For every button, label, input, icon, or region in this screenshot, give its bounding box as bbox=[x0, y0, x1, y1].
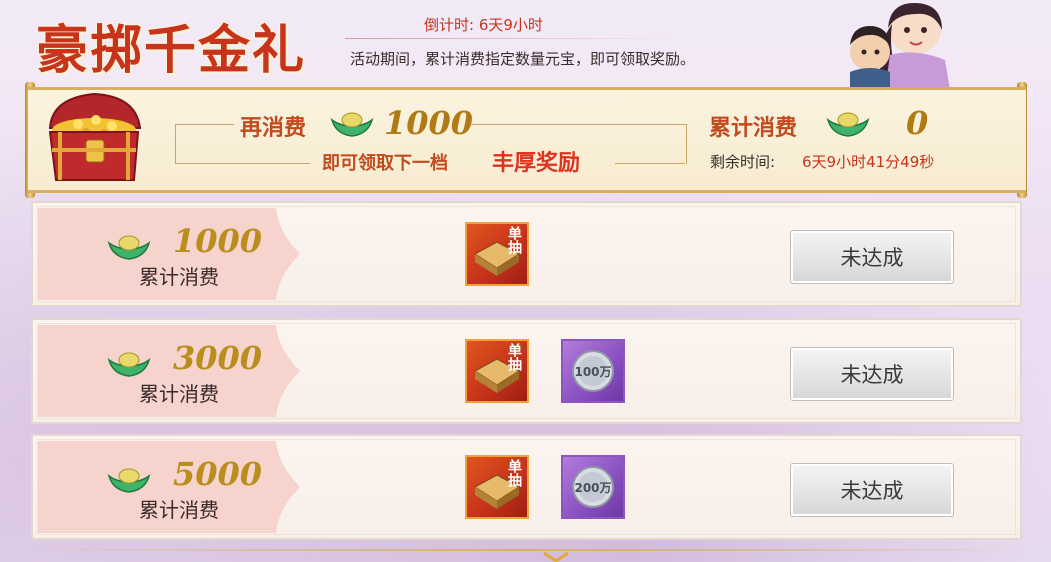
single-draw-icon[interactable]: 单抽 bbox=[465, 339, 529, 403]
tier-label: 累计消费 bbox=[139, 498, 219, 522]
bracket-line-right bbox=[615, 163, 685, 164]
event-title: 豪掷千金礼 bbox=[36, 20, 307, 81]
single-draw-icon[interactable]: 单抽 bbox=[465, 455, 529, 519]
yuanbao-ingot-icon bbox=[107, 468, 151, 493]
tier-threshold: 1000 bbox=[173, 222, 263, 260]
yuanbao-ingot-icon bbox=[330, 112, 374, 137]
reward-text: 100万 bbox=[574, 365, 612, 379]
spend-more-value: 1000 bbox=[384, 104, 474, 142]
silver-coin-icon[interactable]: 100万 bbox=[561, 339, 625, 403]
tier-row-1000: 1000 累计消费 单抽 未达成 bbox=[31, 201, 1022, 307]
tier-row-5000: 5000 累计消费 单抽 200万 未达成 bbox=[31, 434, 1022, 540]
single-draw-icon[interactable]: 单抽 bbox=[465, 222, 529, 286]
treasure-chest-icon bbox=[48, 92, 142, 181]
bracket-line-left bbox=[175, 163, 310, 164]
reward-text: 单抽 bbox=[506, 343, 522, 371]
header-divider bbox=[345, 38, 675, 39]
yuanbao-ingot-icon bbox=[826, 112, 870, 137]
total-spent-label: 累计消费 bbox=[709, 115, 798, 141]
tier-row-3000: 3000 累计消费 单抽 100万 未达成 bbox=[31, 318, 1022, 424]
remaining-time-value: 6天9小时41分49秒 bbox=[802, 153, 935, 171]
next-tier-text: 即可领取下一档 bbox=[322, 153, 448, 174]
tier-label: 累计消费 bbox=[139, 265, 219, 289]
remaining-time-label: 剩余时间: bbox=[710, 153, 776, 171]
status-button[interactable]: 未达成 bbox=[790, 230, 954, 284]
tier-threshold: 5000 bbox=[173, 455, 263, 493]
event-countdown: 倒计时: 6天9小时 bbox=[424, 16, 543, 34]
tier-threshold: 3000 bbox=[173, 339, 263, 377]
silver-coin-icon[interactable]: 200万 bbox=[561, 455, 625, 519]
characters-illustration bbox=[850, 2, 950, 90]
spend-more-label: 再消费 bbox=[240, 115, 307, 141]
event-description: 活动期间，累计消费指定数量元宝，即可领取奖励。 bbox=[350, 50, 696, 68]
yuanbao-ingot-icon bbox=[107, 235, 151, 260]
yuanbao-ingot-icon bbox=[107, 352, 151, 377]
next-tier-emphasis: 丰厚奖励 bbox=[492, 150, 581, 176]
reward-text: 单抽 bbox=[506, 459, 522, 487]
status-button[interactable]: 未达成 bbox=[790, 347, 954, 401]
status-button[interactable]: 未达成 bbox=[790, 463, 954, 517]
tier-label: 累计消费 bbox=[139, 382, 219, 406]
scroll-down-icon[interactable] bbox=[543, 552, 569, 562]
bottom-divider bbox=[28, 549, 1026, 551]
reward-text: 200万 bbox=[574, 481, 612, 495]
reward-text: 单抽 bbox=[506, 226, 522, 254]
total-spent-value: 0 bbox=[906, 104, 929, 142]
